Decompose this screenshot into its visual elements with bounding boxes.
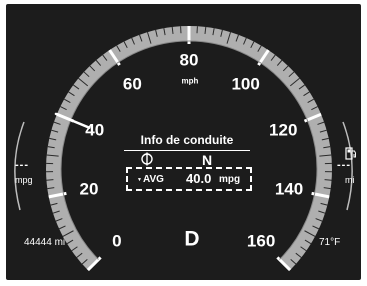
outside-temperature: 71°F — [319, 237, 341, 248]
speed-label-40: 40 — [85, 120, 105, 140]
avg-indicator-triangle: ▼ — [137, 177, 142, 183]
speed-label-0: 0 — [112, 231, 122, 251]
gear-indicator: D — [184, 227, 200, 251]
speed-label-60: 60 — [122, 74, 142, 94]
speed-label-100: 100 — [231, 74, 260, 94]
speed-label-160: 160 — [246, 231, 276, 251]
avg-label: AVG — [143, 174, 164, 185]
speed-label-120: 120 — [269, 120, 298, 140]
info-panel-title: Info de conduite — [140, 133, 234, 147]
left-gauge-unit: mpg — [15, 175, 33, 185]
instrument-cluster: 0 20 40 60 80 100 120 140 160 mph --- mpg --- mi… — [6, 4, 361, 280]
minor-tick — [46, 179, 54, 181]
odometer: 44444 mi — [24, 237, 65, 248]
speed-label-140: 140 — [274, 179, 304, 199]
avg-fuel-economy-value: 40.0 — [186, 171, 212, 186]
compass-icon — [141, 152, 153, 166]
avg-fuel-economy-box: ▼ AVG 40.0 mpg — [126, 167, 252, 191]
speed-label-80: 80 — [179, 50, 199, 70]
speed-unit-label: mph — [181, 76, 199, 86]
avg-fuel-economy-unit: mpg — [219, 174, 241, 185]
right-gauge-dashes: --- — [337, 159, 351, 171]
speed-label-20: 20 — [79, 179, 99, 199]
odometer-unit: mi — [54, 237, 66, 248]
compass-heading: N — [202, 152, 213, 168]
minor-tick — [324, 179, 332, 181]
odometer-value: 44444 — [24, 237, 52, 248]
info-panel-divider — [124, 150, 250, 151]
left-gauge-dashes: --- — [15, 159, 29, 171]
right-gauge-unit: mi — [345, 175, 355, 185]
